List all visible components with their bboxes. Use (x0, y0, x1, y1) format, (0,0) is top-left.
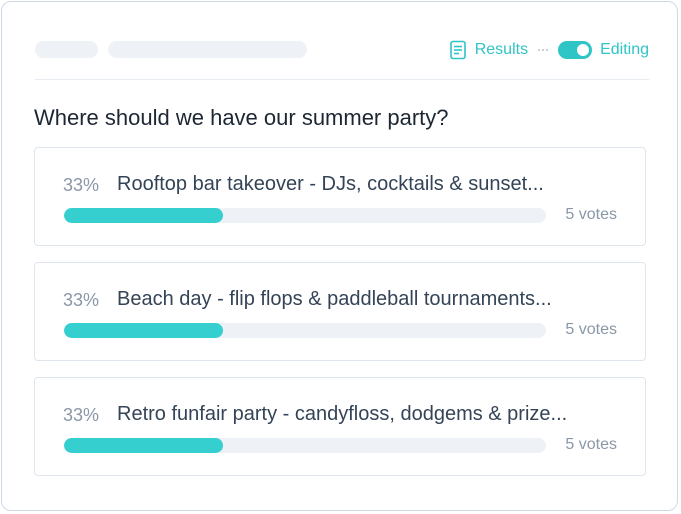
option-progress-track (64, 208, 546, 223)
option-label: Retro funfair party - candyfloss, dodgem… (117, 403, 568, 425)
option-percent: 33% (63, 290, 100, 310)
option-label: Rooftop bar takeover - DJs, cocktails & … (117, 173, 544, 195)
results-button[interactable]: Results (449, 40, 528, 60)
option-progress-track (64, 323, 546, 338)
option-progress-fill (64, 208, 224, 223)
option-label: Beach day - flip flops & paddleball tour… (117, 288, 552, 310)
option-votes: 5 votes (565, 206, 617, 223)
separator-dots (538, 49, 549, 51)
results-document-icon (449, 40, 466, 60)
option-votes: 5 votes (565, 321, 617, 338)
option-progress-track (64, 438, 546, 453)
placeholder-bar (35, 41, 98, 58)
placeholder-bar (108, 41, 307, 58)
option-progress-fill (64, 323, 224, 338)
option-votes: 5 votes (565, 436, 617, 453)
poll-option[interactable]: 33% Beach day - flip flops & paddleball … (34, 262, 646, 361)
option-percent: 33% (63, 405, 100, 425)
poll-option[interactable]: 33% Rooftop bar takeover - DJs, cocktail… (34, 147, 646, 246)
editing-toggle[interactable]: Editing (558, 41, 649, 59)
header-divider (35, 79, 649, 80)
results-label: Results (474, 41, 529, 58)
view-controls: Results Editing (449, 38, 649, 62)
editing-label: Editing (600, 41, 649, 58)
option-progress-fill (64, 438, 224, 453)
poll-toolbar: Results Editing (35, 32, 649, 68)
toggle-switch[interactable] (558, 41, 593, 59)
option-percent: 33% (63, 175, 100, 195)
toggle-knob (577, 44, 590, 56)
poll-question: Where should we have our summer party? (34, 105, 449, 130)
poll-option[interactable]: 33% Retro funfair party - candyfloss, do… (34, 377, 646, 476)
